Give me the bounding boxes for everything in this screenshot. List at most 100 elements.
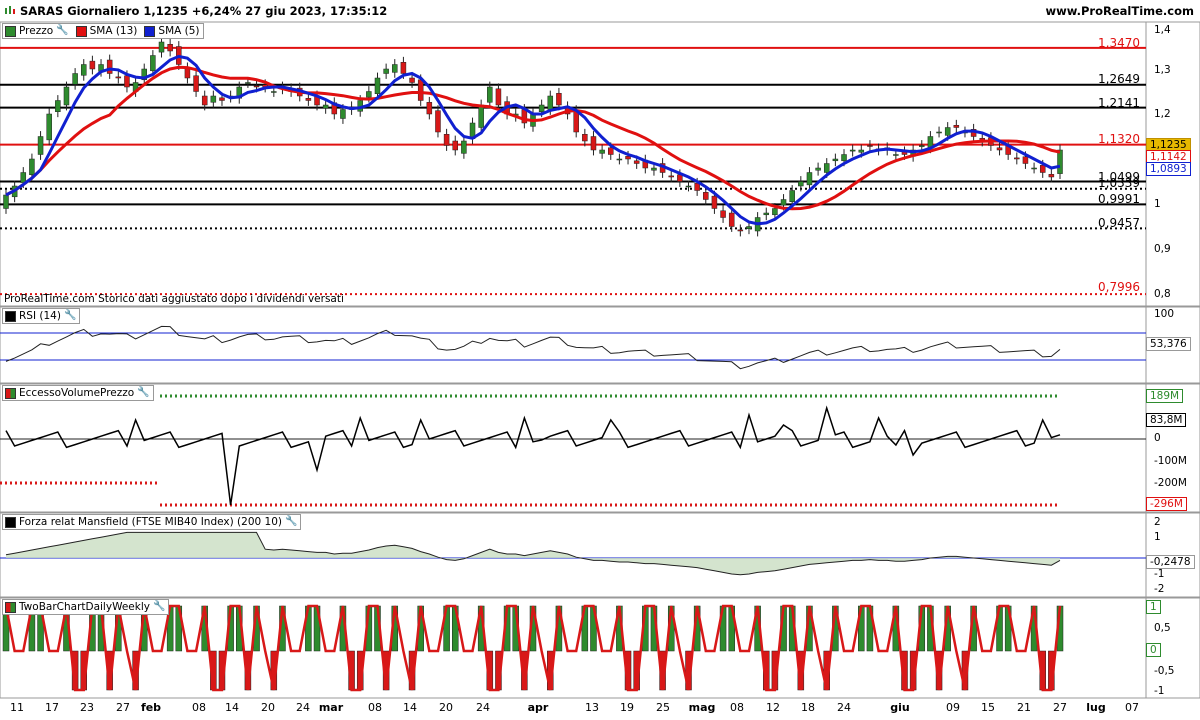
candle-body (495, 88, 502, 106)
volume-axis-tick: 0 (1154, 432, 1161, 444)
sma13-legend-label: SMA (13) (89, 25, 138, 37)
price-legend-label: Prezzo (19, 25, 54, 37)
candle-body (919, 145, 925, 147)
candle-body (305, 98, 312, 101)
candle-body (599, 149, 605, 154)
candle-body (720, 210, 726, 218)
x-axis-tick: 27 (116, 701, 130, 714)
price-axis-tick: 1 (1154, 198, 1161, 210)
mansfield-color-swatch (5, 516, 16, 528)
candle-body (400, 62, 407, 74)
candle-body (1022, 156, 1029, 164)
wrench-icon[interactable]: 🔧 (137, 386, 149, 400)
candle-body (340, 109, 346, 119)
x-axis-tick: 17 (45, 701, 59, 714)
sma5-line (5, 54, 1061, 226)
candle-body (1039, 165, 1046, 173)
candle-body (789, 190, 795, 202)
candle-body (3, 194, 9, 209)
panel-frame (0, 306, 1200, 384)
wrench-icon[interactable]: 🔧 (56, 24, 68, 38)
candle-body (936, 131, 942, 134)
mansfield-legend: Forza relat Mansfield (FTSE MIB40 Index)… (2, 514, 302, 530)
x-axis-tick: 24 (476, 701, 490, 714)
candle-body (426, 102, 433, 115)
candle-body (556, 93, 562, 106)
sma13-line (5, 65, 1061, 211)
wrench-icon[interactable]: 🔧 (285, 515, 297, 529)
data-note: ProRealTime.com Storico dati aggiustato … (4, 293, 344, 305)
x-axis-tick: feb (140, 701, 162, 714)
level-label: 0,7996 (1098, 280, 1140, 294)
volume-line (5, 405, 1061, 506)
candle-body (452, 140, 458, 151)
twobar-color-swatch (5, 601, 16, 613)
price-color-swatch (5, 25, 16, 37)
x-axis-tick: 19 (620, 701, 634, 714)
candle-body (867, 145, 873, 147)
candle-body (590, 136, 597, 151)
rsi-legend: RSI (14) 🔧 (2, 308, 81, 324)
wrench-icon[interactable]: 🔧 (153, 600, 165, 614)
candle-body (582, 134, 588, 142)
candle-body (996, 147, 1003, 151)
x-axis-tick: 20 (261, 701, 275, 714)
candle-body (374, 77, 381, 94)
candle-body (633, 160, 640, 164)
wrench-icon[interactable]: 🔧 (64, 309, 76, 323)
candle-body (547, 95, 554, 110)
candle-body (728, 212, 735, 227)
sma5-color-swatch (144, 25, 156, 37)
volume-tag: 189M (1146, 389, 1184, 403)
candle-body (72, 73, 78, 85)
x-axis-tick: 08 (730, 701, 744, 714)
candle-body (366, 91, 372, 98)
price-legend: Prezzo 🔧 SMA (13) SMA (5) (2, 23, 204, 39)
level-label: 0,9991 (1098, 192, 1140, 206)
candle-body (746, 226, 752, 229)
mansfield-value-tag: -0,2478 (1146, 555, 1195, 569)
level-label: 0,9457 (1098, 216, 1140, 230)
twobar-axis-tick: -0,5 (1154, 665, 1175, 677)
candle-body (806, 172, 813, 186)
level-label: 1,3470 (1098, 36, 1140, 50)
candle-body (245, 82, 251, 84)
candle-body (210, 95, 217, 103)
twobar-tag: 0 (1146, 643, 1161, 657)
candle-body (20, 172, 27, 183)
chart-canvas[interactable] (0, 0, 1200, 720)
candle-body (29, 158, 35, 175)
candle-body (677, 174, 683, 182)
x-axis-tick: 08 (368, 701, 382, 714)
level-label: 1,2649 (1098, 72, 1140, 86)
candle-body (271, 91, 277, 93)
candle-body (478, 104, 484, 128)
candle-body (858, 149, 865, 153)
price-axis-tick: 1,2 (1154, 108, 1171, 120)
candle-body (383, 68, 389, 74)
candle-body (392, 64, 398, 73)
candle-body (322, 104, 329, 109)
candle-body (89, 60, 96, 70)
sma5-legend-label: SMA (5) (158, 25, 200, 37)
candle-body (823, 163, 830, 173)
x-axis-tick: 15 (981, 701, 995, 714)
x-axis-tick: 11 (10, 701, 24, 714)
twobar-tag: 1 (1146, 600, 1161, 614)
candle-body (167, 44, 173, 52)
x-axis-tick: 24 (837, 701, 851, 714)
x-axis-tick: 20 (439, 701, 453, 714)
x-axis-tick: mag (688, 701, 716, 714)
candle-body (703, 192, 709, 200)
candle-body (55, 100, 61, 112)
twobar-axis-tick: 0,5 (1154, 622, 1171, 634)
candle-body (253, 85, 260, 88)
candle-body (953, 125, 960, 128)
rsi-axis-tick: 100 (1154, 308, 1175, 320)
candle-body (115, 76, 122, 79)
x-axis-tick: 12 (766, 701, 780, 714)
panel-frame (0, 383, 1200, 513)
x-axis-tick: 23 (80, 701, 94, 714)
price-axis-tick: 0,8 (1154, 288, 1171, 300)
sma13-color-swatch (75, 25, 87, 37)
